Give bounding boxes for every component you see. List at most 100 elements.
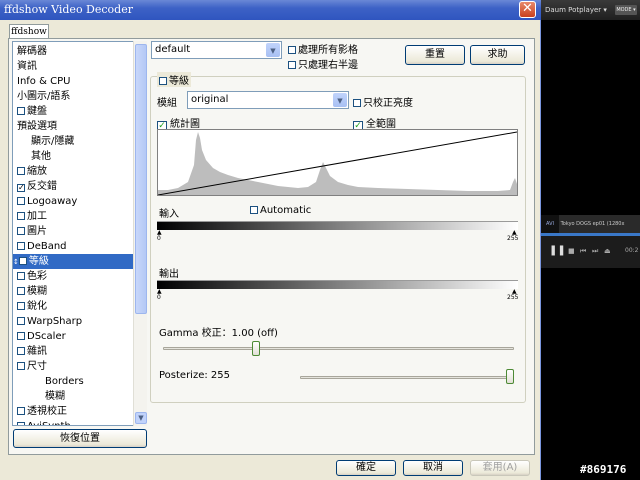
- checkbox-icon[interactable]: [17, 407, 25, 415]
- mode-button[interactable]: MODE ▾: [615, 5, 637, 15]
- automatic-checkbox[interactable]: Automatic: [250, 205, 311, 216]
- tree-item[interactable]: 縮放: [13, 164, 133, 179]
- tree-item[interactable]: 模糊: [13, 284, 133, 299]
- reset-button[interactable]: 重置: [405, 45, 465, 65]
- checkbox-icon[interactable]: [17, 302, 25, 310]
- mode-combo[interactable]: original ▼: [187, 91, 349, 109]
- checkbox-icon[interactable]: [17, 287, 25, 295]
- tree-item[interactable]: ↕ 等級: [13, 254, 133, 269]
- tree-item[interactable]: 模糊: [13, 389, 133, 404]
- histogram-graph: [157, 131, 518, 196]
- tree-item[interactable]: 色彩: [13, 269, 133, 284]
- output-gradient: [157, 281, 518, 289]
- tree-item[interactable]: ✓ 反交錯: [13, 179, 133, 194]
- tree-item[interactable]: WarpSharp: [13, 314, 133, 329]
- gamma-slider-thumb[interactable]: [252, 341, 261, 356]
- posterize-label: Posterize: 255: [159, 370, 231, 381]
- posterize-slider-thumb[interactable]: [506, 369, 514, 384]
- process-all-checkbox[interactable]: 處理所有影格: [288, 41, 358, 56]
- checkbox-icon[interactable]: [18, 257, 27, 265]
- tree-item[interactable]: Logoaway: [13, 194, 133, 209]
- ffdshow-window: ffdshow Video Decoder ✕ ffdshow 解碼器 資訊 Inf…: [0, 0, 541, 480]
- checkbox-icon[interactable]: [17, 422, 25, 425]
- tree-item-label: Info & CPU: [17, 76, 71, 87]
- tree-item[interactable]: Borders: [13, 374, 133, 389]
- tree-item[interactable]: DScaler: [13, 329, 133, 344]
- time-display: 00:2: [625, 247, 639, 254]
- next-icon[interactable]: ⏭: [592, 247, 598, 256]
- gamma-slider-track[interactable]: [163, 347, 514, 350]
- tree-scrollbar[interactable]: ▼: [133, 41, 147, 426]
- levels-group: [150, 76, 526, 403]
- tree-item[interactable]: 顯示/隱藏: [13, 134, 133, 149]
- preset-combo[interactable]: default ▼: [151, 41, 282, 59]
- window-titlebar[interactable]: ffdshow Video Decoder: [0, 0, 541, 20]
- tree-item[interactable]: AviSynth: [13, 419, 133, 425]
- posterize-slider-track[interactable]: [300, 376, 514, 379]
- tree-item-label: Logoaway: [27, 196, 78, 207]
- checkbox-icon[interactable]: [17, 347, 25, 355]
- tree-item[interactable]: 雜訊: [13, 344, 133, 359]
- tree-item[interactable]: 預設選項: [13, 119, 133, 134]
- apply-button[interactable]: 套用(A): [470, 460, 530, 476]
- output-min: 0: [157, 294, 161, 301]
- cancel-button[interactable]: 取消: [403, 460, 463, 476]
- scroll-thumb[interactable]: [135, 44, 147, 314]
- tree-item[interactable]: 小圖示/語系: [13, 89, 133, 104]
- checkbox-icon[interactable]: [17, 107, 25, 115]
- restore-position-button[interactable]: 恢復位置: [13, 429, 147, 448]
- tree-item-label: 反交錯: [27, 181, 57, 192]
- watermark: #869176: [580, 463, 627, 476]
- tree-item-label: 模糊: [45, 391, 65, 402]
- checkbox-icon[interactable]: [17, 212, 25, 220]
- checkbox-icon[interactable]: [17, 317, 25, 325]
- file-info-bar: AVI Tokyo DOGS ep01 (1280x: [541, 215, 640, 233]
- process-right-checkbox[interactable]: 只處理右半邊: [288, 56, 358, 71]
- tree-item-label: 縮放: [27, 166, 47, 177]
- tree-item-label: 等級: [28, 256, 49, 267]
- tree-item-label: 銳化: [27, 301, 47, 312]
- checkbox-icon[interactable]: [17, 242, 25, 250]
- tree-item[interactable]: Info & CPU: [13, 74, 133, 89]
- close-button[interactable]: ✕: [519, 1, 536, 18]
- tree-item-label: 鍵盤: [27, 106, 47, 117]
- check-icon[interactable]: ✓: [17, 184, 25, 192]
- tree-item[interactable]: 銳化: [13, 299, 133, 314]
- tree-item[interactable]: 資訊: [13, 59, 133, 74]
- tree-item[interactable]: 鍵盤: [13, 104, 133, 119]
- prev-icon[interactable]: ⏮: [580, 247, 586, 256]
- tree-item[interactable]: 尺寸: [13, 359, 133, 374]
- eject-icon[interactable]: ⏏: [604, 247, 611, 255]
- tab-ffdshow[interactable]: ffdshow: [9, 24, 49, 39]
- checkbox-icon[interactable]: [17, 272, 25, 280]
- tree-item[interactable]: 透視校正: [13, 404, 133, 419]
- tree-item[interactable]: 其他: [13, 149, 133, 164]
- filter-tree[interactable]: 解碼器 資訊 Info & CPU 小圖示/語系 鍵盤 預設選項 顯示/隱藏 其他 縮放 ✓ 反交錯…: [12, 41, 147, 426]
- checkbox-icon[interactable]: [17, 197, 25, 205]
- ok-button[interactable]: 確定: [336, 460, 396, 476]
- checkbox-icon[interactable]: [17, 332, 25, 340]
- tree-item[interactable]: 解碼器: [13, 44, 133, 59]
- process-right-label: 只處理右半邊: [298, 60, 358, 71]
- levels-enable-checkbox[interactable]: 等級: [157, 72, 191, 87]
- tree-item[interactable]: DeBand: [13, 239, 133, 254]
- tree-item-label: DeBand: [27, 241, 67, 252]
- checkbox-icon[interactable]: [17, 167, 25, 175]
- pause-icon[interactable]: ❚❚: [549, 245, 566, 256]
- help-button[interactable]: 求助: [470, 45, 525, 65]
- checkbox-icon[interactable]: [17, 227, 25, 235]
- checkbox-icon[interactable]: [17, 362, 25, 370]
- input-min: 0: [157, 235, 161, 242]
- tree-item-label: 顯示/隱藏: [31, 136, 75, 147]
- input-label: 輸入: [159, 209, 179, 220]
- tree-item-label: 雜訊: [27, 346, 47, 357]
- tree-item-label: AviSynth: [27, 421, 71, 425]
- tree-item[interactable]: 加工: [13, 209, 133, 224]
- tree-item-label: 尺寸: [27, 361, 47, 372]
- tree-item-label: 加工: [27, 211, 47, 222]
- tree-item[interactable]: 圖片: [13, 224, 133, 239]
- only-luma-checkbox[interactable]: 只校正亮度: [353, 94, 413, 109]
- scroll-down-arrow[interactable]: ▼: [135, 412, 147, 424]
- stop-icon[interactable]: ■: [568, 247, 575, 255]
- tree-item-label: 預設選項: [17, 121, 57, 132]
